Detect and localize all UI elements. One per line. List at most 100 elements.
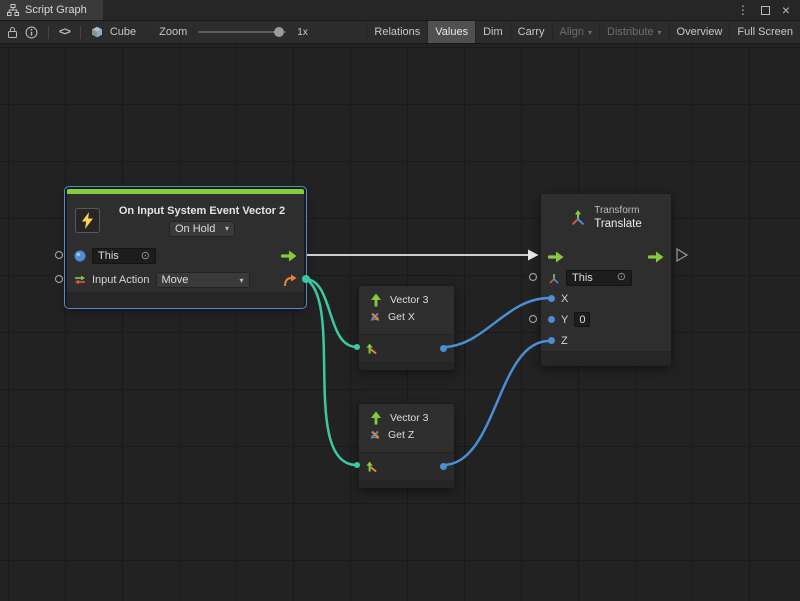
window-controls: ⋮ × bbox=[737, 0, 800, 20]
node-header: Vector 3 Get X bbox=[359, 286, 454, 334]
target-object-label[interactable]: Cube bbox=[110, 26, 136, 38]
node-footer bbox=[67, 292, 304, 308]
node-footer bbox=[541, 351, 671, 366]
cube-icon bbox=[91, 26, 103, 38]
node-header: On Input System Event Vector 2 On Hold ▾ bbox=[67, 194, 304, 244]
toolbar-button-relations[interactable]: Relations bbox=[366, 21, 427, 43]
object-picker-icon[interactable]: ⊙ bbox=[617, 272, 626, 283]
input-action-row: Input Action Move ▾ bbox=[67, 268, 304, 292]
axes-icon bbox=[548, 272, 560, 284]
toolbar-left-group: <> Cube Zoom 1x bbox=[0, 26, 308, 39]
flow-output-arrow-icon[interactable] bbox=[648, 251, 664, 263]
port-label-y: Y bbox=[561, 314, 568, 326]
vector-input-port-icon[interactable] bbox=[366, 461, 378, 473]
this-port-row: This ⊙ bbox=[541, 267, 671, 288]
port-row-x: X bbox=[541, 288, 671, 309]
wire-event-to-get-z[interactable] bbox=[306, 279, 357, 465]
node-vector3-get-x[interactable]: Vector 3 Get X bbox=[358, 285, 455, 370]
toolbar-button-dim[interactable]: Dim bbox=[475, 21, 510, 43]
flow-output-arrow-icon[interactable] bbox=[281, 250, 297, 262]
flow-port-row bbox=[541, 246, 671, 267]
port-dot-x[interactable] bbox=[548, 295, 555, 302]
zoom-slider[interactable] bbox=[198, 31, 286, 33]
node-header: Vector 3 Get Z bbox=[359, 404, 454, 452]
toolbar-button-group: Relations Values Dim Carry Align ▾ Distr… bbox=[366, 21, 800, 43]
object-picker-icon[interactable]: ⊙ bbox=[141, 251, 150, 262]
node-footer bbox=[359, 362, 454, 370]
kebab-menu-icon[interactable]: ⋮ bbox=[737, 4, 749, 16]
node-title-line: Get Z bbox=[369, 429, 444, 441]
node-title-line: Get X bbox=[369, 311, 444, 323]
move-dropdown[interactable]: Move ▾ bbox=[156, 272, 250, 288]
event-this-input-port[interactable] bbox=[56, 252, 63, 259]
gameobject-icon bbox=[74, 250, 86, 262]
zoom-value: 1x bbox=[297, 27, 308, 38]
graph-toolbar: <> Cube Zoom 1x Relations Values Dim Car… bbox=[0, 21, 800, 44]
node-vector3-get-z[interactable]: Vector 3 Get Z bbox=[358, 403, 455, 488]
node-on-input-system-event[interactable]: On Input System Event Vector 2 On Hold ▾… bbox=[66, 188, 305, 307]
info-icon[interactable] bbox=[25, 26, 38, 39]
toolbar-button-overview[interactable]: Overview bbox=[669, 21, 730, 43]
node-category-line: Vector 3 bbox=[369, 293, 444, 307]
script-graph-window: Script Graph ⋮ × <> bbox=[0, 0, 800, 601]
input-action-icon bbox=[74, 274, 86, 286]
port-dot-z[interactable] bbox=[548, 337, 555, 344]
toolbar-separator bbox=[80, 26, 81, 39]
node-header: Transform Translate bbox=[541, 194, 671, 241]
this-object-field[interactable]: This ⊙ bbox=[566, 270, 632, 286]
vector2-output-arrow-icon[interactable] bbox=[283, 274, 297, 287]
chevron-down-icon: ▾ bbox=[225, 224, 229, 233]
wire-get-z-to-translate-z[interactable] bbox=[443, 341, 549, 465]
wire-arrowhead bbox=[528, 250, 539, 261]
tab-title: Script Graph bbox=[25, 4, 87, 16]
code-icon[interactable]: <> bbox=[59, 26, 70, 38]
wire-get-x-to-translate-x[interactable] bbox=[443, 298, 549, 347]
tab-script-graph[interactable]: Script Graph bbox=[0, 0, 103, 20]
output-port-dot[interactable] bbox=[440, 463, 447, 470]
on-hold-dropdown[interactable]: On Hold ▾ bbox=[169, 221, 235, 237]
node-title: Translate bbox=[594, 218, 642, 230]
toolbar-button-full-screen[interactable]: Full Screen bbox=[729, 21, 800, 43]
flow-input-arrow-icon[interactable] bbox=[548, 251, 564, 263]
maximize-icon[interactable] bbox=[761, 6, 770, 15]
this-port-row: This ⊙ bbox=[67, 244, 304, 268]
toolbar-separator bbox=[48, 26, 49, 39]
close-icon[interactable]: × bbox=[782, 3, 790, 17]
translate-flow-output-port[interactable] bbox=[677, 249, 687, 261]
toolbar-button-distribute[interactable]: Distribute ▾ bbox=[599, 21, 668, 43]
port-row-z: Z bbox=[541, 330, 671, 351]
translate-this-input-port[interactable] bbox=[530, 274, 537, 281]
lock-icon[interactable] bbox=[7, 26, 18, 39]
graph-canvas[interactable]: On Input System Event Vector 2 On Hold ▾… bbox=[0, 44, 800, 601]
node-transform-translate[interactable]: Transform Translate bbox=[540, 193, 672, 365]
vector3-icon bbox=[369, 411, 383, 425]
node-category: Vector 3 bbox=[390, 412, 429, 424]
toolbar-button-align[interactable]: Align ▾ bbox=[552, 21, 599, 43]
node-category: Transform bbox=[594, 205, 642, 216]
toolbar-button-values[interactable]: Values bbox=[427, 21, 475, 43]
vector3-icon bbox=[369, 293, 383, 307]
translate-y-input-port[interactable] bbox=[530, 316, 537, 323]
node-header-text: On Input System Event Vector 2 On Hold ▾ bbox=[108, 205, 296, 237]
zoom-label: Zoom bbox=[159, 26, 187, 38]
vector-input-port-icon[interactable] bbox=[366, 343, 378, 355]
port-row-y: Y 0 bbox=[541, 309, 671, 330]
this-object-field[interactable]: This ⊙ bbox=[92, 248, 156, 264]
event-icon-box bbox=[75, 208, 100, 233]
chevron-down-icon: ▾ bbox=[588, 28, 592, 37]
chevron-down-icon: ▾ bbox=[239, 276, 243, 285]
input-action-label: Input Action bbox=[92, 274, 150, 286]
y-value-field[interactable]: 0 bbox=[574, 312, 590, 327]
wire-event-to-get-x[interactable] bbox=[306, 279, 357, 347]
zoom-slider-knob[interactable] bbox=[274, 27, 284, 37]
port-dot-y[interactable] bbox=[548, 316, 555, 323]
node-title: Get Z bbox=[388, 429, 414, 441]
node-title: Get X bbox=[388, 311, 415, 323]
lightning-icon bbox=[81, 212, 94, 229]
script-graph-icon bbox=[7, 4, 19, 16]
toolbar-button-carry[interactable]: Carry bbox=[510, 21, 552, 43]
event-action-input-port[interactable] bbox=[56, 276, 63, 283]
chevron-down-icon: ▾ bbox=[658, 28, 662, 37]
output-port-dot[interactable] bbox=[440, 345, 447, 352]
node-footer bbox=[359, 480, 454, 488]
